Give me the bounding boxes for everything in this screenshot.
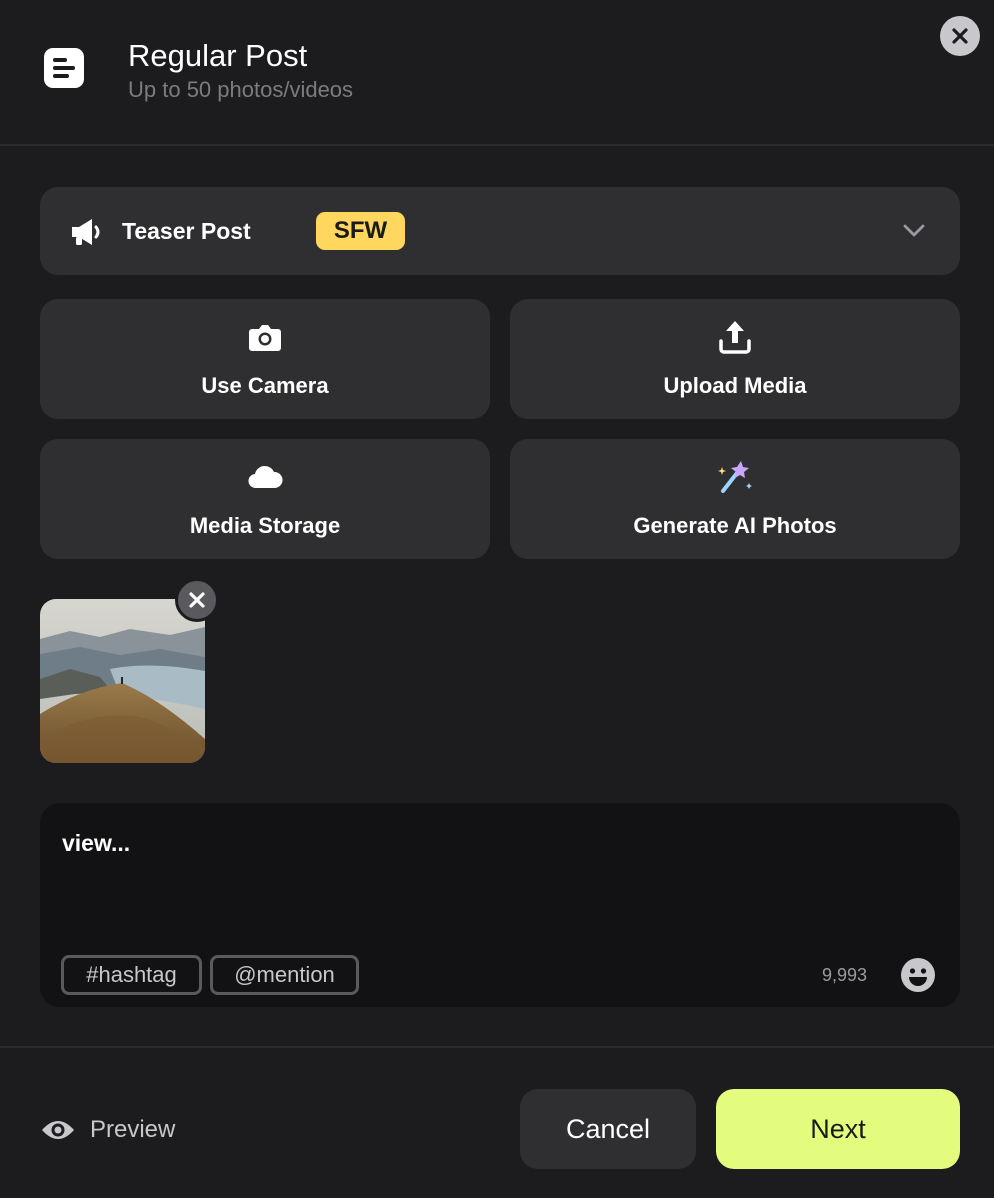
camera-icon	[249, 325, 281, 351]
modal-subtitle: Up to 50 photos/videos	[128, 77, 354, 102]
preview-label: Preview	[90, 1116, 176, 1143]
close-icon	[189, 592, 205, 608]
close-icon	[952, 28, 968, 44]
close-button[interactable]	[940, 16, 980, 56]
footer-divider	[0, 1046, 994, 1048]
upload-media-label: Upload Media	[663, 373, 807, 398]
remove-media-button[interactable]	[175, 578, 219, 622]
upload-media-button[interactable]: Upload Media	[510, 299, 960, 419]
media-thumbnail[interactable]	[40, 599, 205, 763]
upload-icon	[719, 321, 751, 354]
caption-editor[interactable]: view... #hashtag @mention 9,993	[40, 803, 960, 1007]
mention-chip[interactable]: @mention	[210, 955, 359, 995]
hashtag-chip[interactable]: #hashtag	[61, 955, 202, 995]
next-button[interactable]: Next	[716, 1089, 960, 1169]
magic-wand-icon	[718, 461, 752, 493]
use-camera-label: Use Camera	[201, 373, 329, 398]
emoji-icon[interactable]	[900, 957, 936, 993]
eye-icon	[42, 1121, 74, 1139]
megaphone-icon	[72, 219, 100, 245]
post-type-dropdown[interactable]: Teaser Post SFW	[40, 187, 960, 275]
generate-ai-photos-button[interactable]: Generate AI Photos	[510, 439, 960, 559]
sfw-badge: SFW	[316, 212, 405, 250]
character-counter: 9,993	[822, 965, 868, 985]
landscape-photo	[40, 599, 205, 763]
cancel-button[interactable]: Cancel	[520, 1089, 696, 1169]
cloud-icon	[248, 465, 283, 489]
post-list-icon	[44, 48, 84, 88]
modal-title: Regular Post	[128, 38, 308, 73]
post-type-label: Teaser Post	[122, 218, 251, 244]
media-storage-button[interactable]: Media Storage	[40, 439, 490, 559]
modal-header: Regular Post Up to 50 photos/videos	[0, 0, 994, 146]
generate-ai-photos-label: Generate AI Photos	[633, 513, 837, 538]
preview-toggle[interactable]: Preview	[40, 1112, 175, 1148]
use-camera-button[interactable]: Use Camera	[40, 299, 490, 419]
media-storage-label: Media Storage	[189, 513, 341, 538]
chevron-down-icon	[903, 224, 925, 237]
caption-text[interactable]: view...	[62, 830, 130, 857]
